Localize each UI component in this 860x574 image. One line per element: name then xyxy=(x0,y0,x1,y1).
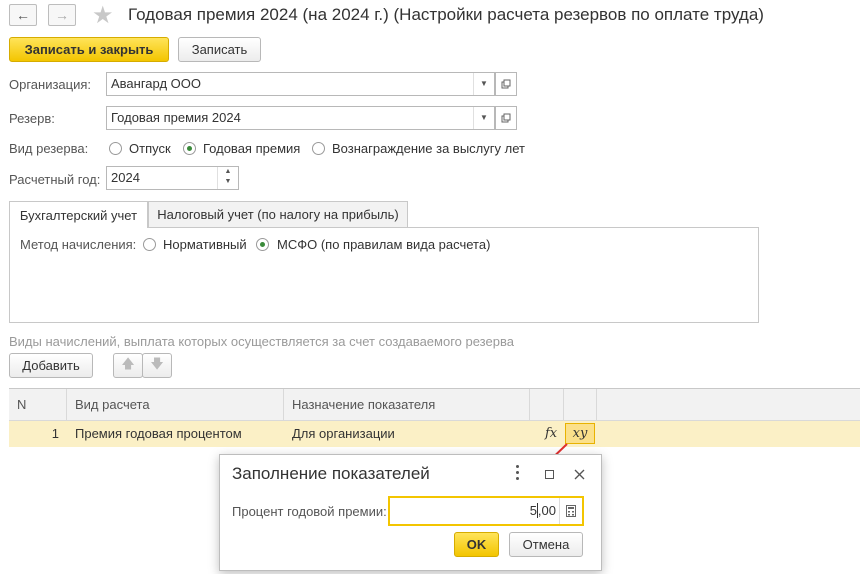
accruals-section-title: Виды начислений, выплата которых осущест… xyxy=(9,334,514,349)
col-calc-type[interactable]: Вид расчета xyxy=(67,389,284,420)
row-purpose[interactable]: Для организации xyxy=(284,421,530,447)
page-title: Годовая премия 2024 (на 2024 г.) (Настро… xyxy=(128,5,764,24)
org-value: Авангард ООО xyxy=(111,76,201,91)
table-header: N Вид расчета Назначение показателя xyxy=(9,389,860,421)
maximize-icon[interactable] xyxy=(545,470,554,479)
reserve-dropdown-icon[interactable]: ▼ xyxy=(473,107,494,129)
reserve-label: Резерв: xyxy=(9,111,55,126)
radio-vacation-label[interactable]: Отпуск xyxy=(129,141,171,156)
more-menu-icon[interactable] xyxy=(516,465,520,483)
back-arrow-icon: ← xyxy=(16,7,30,23)
arrow-up-icon: 🡅 xyxy=(121,355,135,371)
forward-arrow-icon: → xyxy=(55,7,69,23)
reserve-field[interactable]: Годовая премия 2024 ▼ xyxy=(106,106,495,130)
radio-annual-bonus-label[interactable]: Годовая премия xyxy=(203,141,300,156)
radio-vacation[interactable] xyxy=(109,142,122,155)
reserve-open-button[interactable] xyxy=(495,106,517,130)
year-spinner[interactable]: ▲ ▼ xyxy=(217,167,238,189)
accounting-panel: Метод начисления: Нормативный МСФО (по п… xyxy=(9,227,759,323)
open-link-icon xyxy=(501,79,511,89)
add-button[interactable]: Добавить xyxy=(9,353,93,378)
back-button[interactable]: ← xyxy=(9,4,37,26)
reserve-type-label: Вид резерва: xyxy=(9,141,89,156)
org-field[interactable]: Авангард ООО ▼ xyxy=(106,72,495,96)
save-button[interactable]: Записать xyxy=(178,37,261,62)
favorite-star-icon[interactable]: ★ xyxy=(92,1,114,30)
row-n: 1 xyxy=(51,426,59,441)
col-xy xyxy=(564,389,597,420)
move-up-button[interactable]: 🡅 xyxy=(113,353,143,378)
tab-tax[interactable]: Налоговый учет (по налогу на прибыль) xyxy=(148,201,408,227)
col-purpose[interactable]: Назначение показателя xyxy=(284,389,530,420)
fill-indicators-dialog: Заполнение показателей Процент годовой п… xyxy=(219,454,602,571)
arrow-down-icon: 🡇 xyxy=(150,355,164,371)
dialog-title: Заполнение показателей xyxy=(232,464,430,483)
radio-annual-bonus[interactable] xyxy=(183,142,196,155)
year-field[interactable]: 2024 ▲ ▼ xyxy=(106,166,239,190)
radio-ifrs-label[interactable]: МСФО (по правилам вида расчета) xyxy=(277,237,490,252)
cancel-button[interactable]: Отмена xyxy=(509,532,583,557)
radio-normative-label[interactable]: Нормативный xyxy=(163,237,247,252)
bonus-percent-value: 5,00 xyxy=(529,503,556,518)
bonus-percent-field[interactable]: 5,00 xyxy=(388,496,584,526)
col-n[interactable]: N xyxy=(9,389,67,420)
radio-seniority-label[interactable]: Вознаграждение за выслугу лет xyxy=(332,141,525,156)
reserve-value: Годовая премия 2024 xyxy=(111,110,241,125)
close-icon[interactable] xyxy=(574,469,585,480)
org-open-button[interactable] xyxy=(495,72,517,96)
move-down-button[interactable]: 🡇 xyxy=(142,353,172,378)
forward-button[interactable]: → xyxy=(48,4,76,26)
ok-button[interactable]: OK xyxy=(454,532,499,557)
open-link-icon xyxy=(501,113,511,123)
tab-accounting[interactable]: Бухгалтерский учет xyxy=(9,201,148,228)
year-label: Расчетный год: xyxy=(9,172,101,187)
table-row[interactable]: 1 Премия годовая процентом Для организац… xyxy=(9,421,860,447)
row-calc-type[interactable]: Премия годовая процентом xyxy=(67,421,284,447)
radio-ifrs[interactable] xyxy=(256,238,269,251)
bonus-percent-label: Процент годовой премии: xyxy=(232,504,387,519)
col-fx xyxy=(530,389,564,420)
save-and-close-button[interactable]: Записать и закрыть xyxy=(9,37,169,62)
calculator-icon[interactable] xyxy=(559,498,582,524)
radio-seniority[interactable] xyxy=(312,142,325,155)
radio-normative[interactable] xyxy=(143,238,156,251)
org-label: Организация: xyxy=(9,77,92,92)
method-label: Метод начисления: xyxy=(20,237,137,252)
year-value: 2024 xyxy=(111,170,140,185)
org-dropdown-icon[interactable]: ▼ xyxy=(473,73,494,95)
